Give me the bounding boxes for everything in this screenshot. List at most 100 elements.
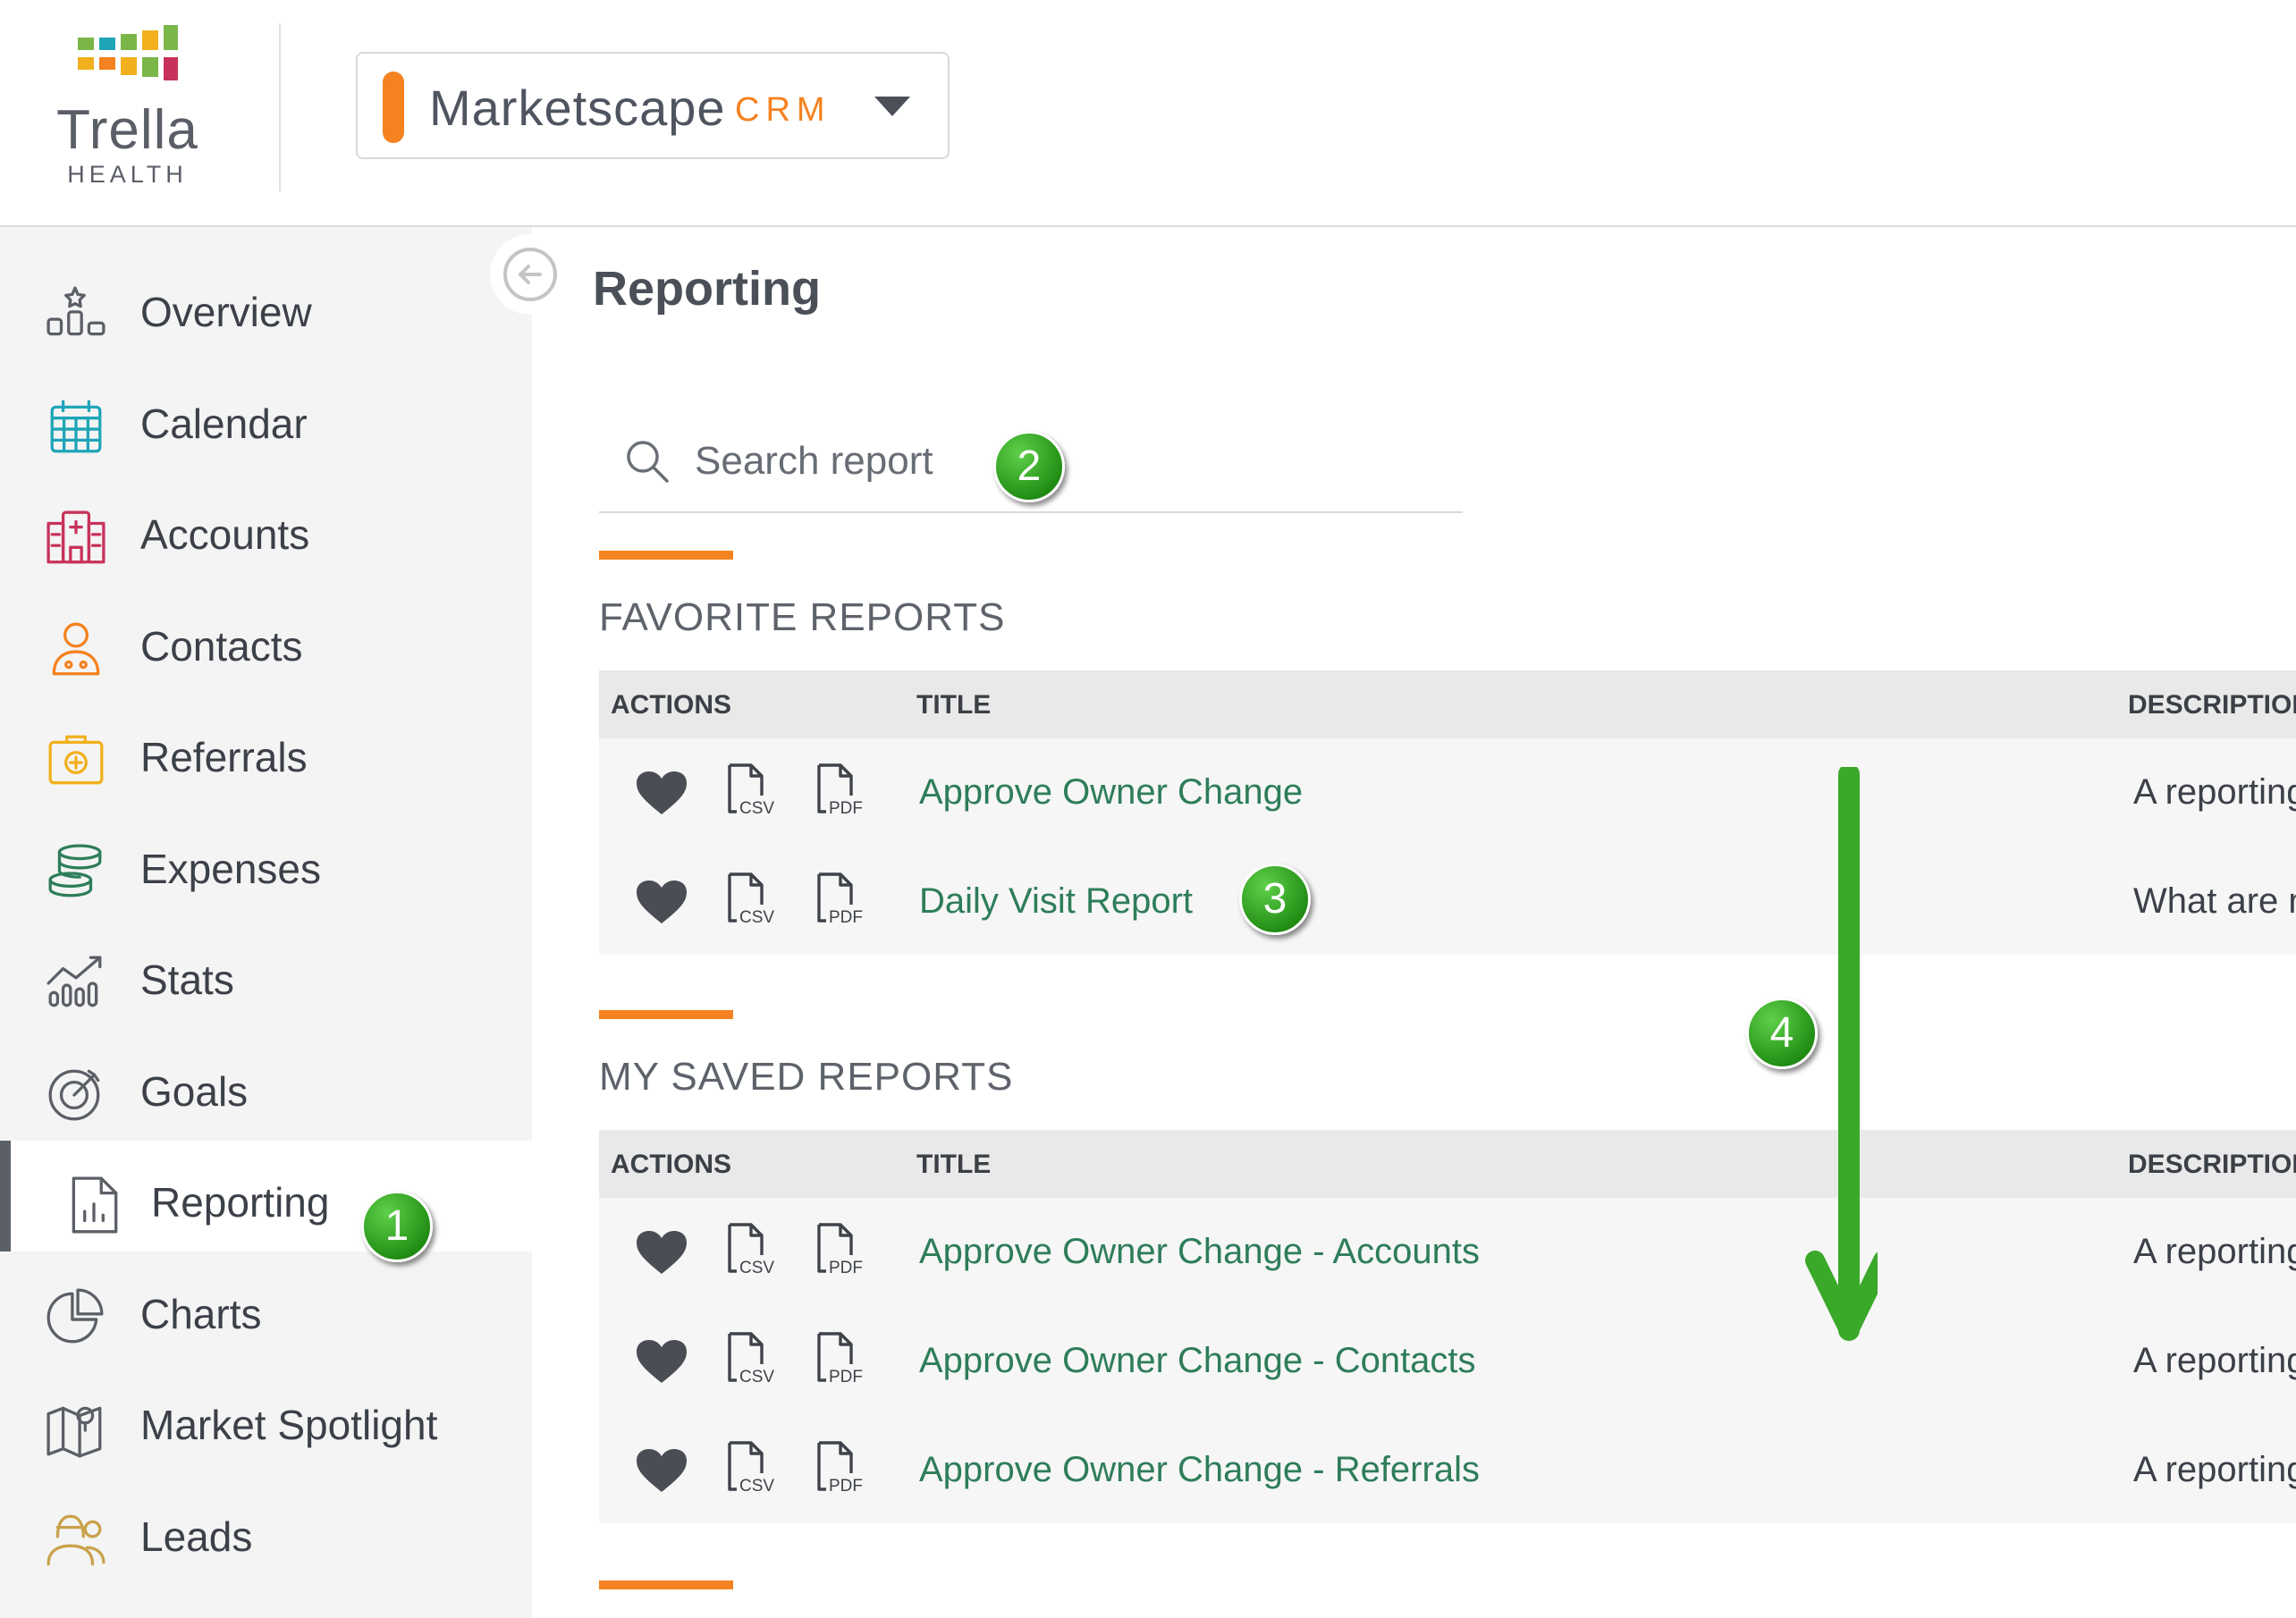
sidebar-item-label: Referrals <box>140 734 308 780</box>
report-description: A reporting <box>2133 772 2296 812</box>
header-divider <box>279 23 281 191</box>
report-title-link[interactable]: Approve Owner Change - Referrals <box>919 1450 1480 1490</box>
accounts-icon <box>45 507 107 569</box>
column-header-title[interactable]: TITLE <box>916 1150 991 1180</box>
report-title-link[interactable]: Approve Owner Change - Contacts <box>919 1341 1476 1381</box>
report-title-link[interactable]: Approve Owner Change - Accounts <box>919 1232 1480 1272</box>
map-icon <box>45 1397 107 1460</box>
next-section-accent-bar <box>599 1580 733 1589</box>
app-selector-dropdown[interactable]: Marketscape CRM <box>356 52 950 159</box>
sidebar-item-label: Leads <box>140 1513 253 1560</box>
collapse-sidebar-icon[interactable] <box>490 234 570 315</box>
svg-text:PDF: PDF <box>829 1259 863 1277</box>
favorite-reports-table: ACTIONS TITLE DESCRIPTION CSV PDF Approve … <box>599 670 2296 955</box>
scroll-down-arrow-annotation <box>1805 767 1878 1341</box>
favorite-heart-icon[interactable] <box>635 1229 688 1280</box>
sidebar-item-label: Reporting <box>151 1179 330 1226</box>
svg-text:CSV: CSV <box>739 1477 774 1495</box>
report-description: A reporting <box>2133 1232 2296 1271</box>
app-name: Marketscape <box>429 80 726 136</box>
saved-reports-table: ACTIONS TITLE DESCRIPTION CSV PDF Approve … <box>599 1130 2296 1523</box>
svg-text:CSV: CSV <box>739 908 774 926</box>
stats-icon <box>45 952 107 1015</box>
sidebar-item-market-spotlight[interactable]: Market Spotlight <box>0 1363 532 1474</box>
pdf-download-icon[interactable]: PDF <box>814 1439 867 1499</box>
table-row: CSV PDF Approve Owner Change A reporting <box>599 738 2296 847</box>
favorite-heart-icon[interactable] <box>635 1338 688 1389</box>
sidebar-item-accounts[interactable]: Accounts <box>0 473 532 584</box>
logo-subtext: HEALTH <box>67 161 188 188</box>
page-title: Reporting <box>593 262 821 316</box>
sidebar-item-contacts[interactable]: Contacts <box>0 585 532 695</box>
sidebar-item-label: Expenses <box>140 845 322 892</box>
table-row: CSV PDF Approve Owner Change - Referrals A … <box>599 1416 2296 1525</box>
search-icon <box>627 441 669 483</box>
favorite-heart-icon[interactable] <box>635 770 688 821</box>
annotation-badge-1: 1 <box>361 1191 433 1262</box>
leads-icon <box>45 1509 107 1572</box>
csv-download-icon[interactable]: CSV <box>724 1221 778 1281</box>
sidebar-item-label: Calendar <box>140 400 308 447</box>
svg-text:PDF: PDF <box>829 799 863 817</box>
calendar-icon <box>45 396 107 459</box>
sidebar-item-stats[interactable]: Stats <box>0 918 532 1029</box>
sidebar-item-referrals[interactable]: Referrals <box>0 695 532 806</box>
charts-icon <box>45 1286 107 1349</box>
saved-accent-bar <box>599 1010 733 1019</box>
sidebar-item-goals[interactable]: Goals <box>0 1030 532 1141</box>
sidebar-item-label: Goals <box>140 1067 249 1115</box>
annotation-badge-3: 3 <box>1239 864 1311 935</box>
column-header-actions: ACTIONS <box>611 690 731 720</box>
sidebar-item-label: Overview <box>140 289 312 335</box>
sidebar-item-expenses[interactable]: Expenses <box>0 807 532 918</box>
csv-download-icon[interactable]: CSV <box>724 871 778 931</box>
favorite-heart-icon[interactable] <box>635 1447 688 1498</box>
sidebar-item-label: Charts <box>140 1290 262 1337</box>
sidebar-item-charts[interactable]: Charts <box>0 1252 532 1363</box>
svg-text:PDF: PDF <box>829 1477 863 1495</box>
sidebar-item-label: Stats <box>140 956 234 1003</box>
my-saved-reports-heading: MY SAVED REPORTS <box>599 1055 1014 1099</box>
pdf-download-icon[interactable]: PDF <box>814 1221 867 1281</box>
column-header-description[interactable]: DESCRIPTION <box>2128 690 2296 721</box>
logo-text: Trella <box>56 99 198 161</box>
sidebar-item-calendar[interactable]: Calendar <box>0 362 532 473</box>
trella-health-logo[interactable]: Trella HEALTH <box>49 25 206 190</box>
column-header-actions: ACTIONS <box>611 1150 731 1179</box>
svg-text:PDF: PDF <box>829 1368 863 1386</box>
app-suffix: CRM <box>735 91 831 129</box>
sidebar-item-label: Accounts <box>140 511 310 558</box>
sidebar-item-overview[interactable]: Overview <box>0 250 532 361</box>
expenses-icon <box>45 841 107 904</box>
favorite-reports-heading: FAVORITE REPORTS <box>599 595 1006 639</box>
report-title-link[interactable]: Approve Owner Change <box>919 772 1303 813</box>
logo-grid-icon <box>78 25 178 80</box>
sidebar-item-reporting[interactable]: Reporting <box>0 1141 532 1251</box>
chevron-down-icon <box>874 97 910 116</box>
overview-icon <box>45 284 107 347</box>
goals-icon <box>45 1064 107 1126</box>
csv-download-icon[interactable]: CSV <box>724 762 778 822</box>
sidebar-item-label: Market Spotlight <box>140 1402 438 1448</box>
reporting-icon <box>63 1175 125 1237</box>
sidebar-item-leads[interactable]: Leads <box>0 1475 532 1586</box>
svg-text:CSV: CSV <box>739 799 774 817</box>
report-title-link[interactable]: Daily Visit Report <box>919 881 1193 922</box>
sidebar-nav: Overview Calendar Accounts Contacts Referral… <box>0 227 532 1618</box>
pdf-download-icon[interactable]: PDF <box>814 1330 867 1390</box>
app-header: Trella HEALTH Marketscape CRM <box>0 0 2296 227</box>
column-header-description[interactable]: DESCRIPTION <box>2128 1150 2296 1180</box>
csv-download-icon[interactable]: CSV <box>724 1439 778 1499</box>
pdf-download-icon[interactable]: PDF <box>814 762 867 822</box>
table-row: CSV PDF Daily Visit Report What are n <box>599 847 2296 956</box>
table-row: CSV PDF Approve Owner Change - Accounts A r… <box>599 1198 2296 1307</box>
pdf-download-icon[interactable]: PDF <box>814 871 867 931</box>
report-description: What are n <box>2133 881 2296 921</box>
svg-text:CSV: CSV <box>739 1259 774 1277</box>
table-header: ACTIONS TITLE DESCRIPTION <box>599 670 2296 738</box>
column-header-title[interactable]: TITLE <box>916 690 991 721</box>
contacts-icon <box>45 619 107 681</box>
csv-download-icon[interactable]: CSV <box>724 1330 778 1390</box>
favorite-heart-icon[interactable] <box>635 879 688 930</box>
sidebar-item-label: Contacts <box>140 622 303 670</box>
